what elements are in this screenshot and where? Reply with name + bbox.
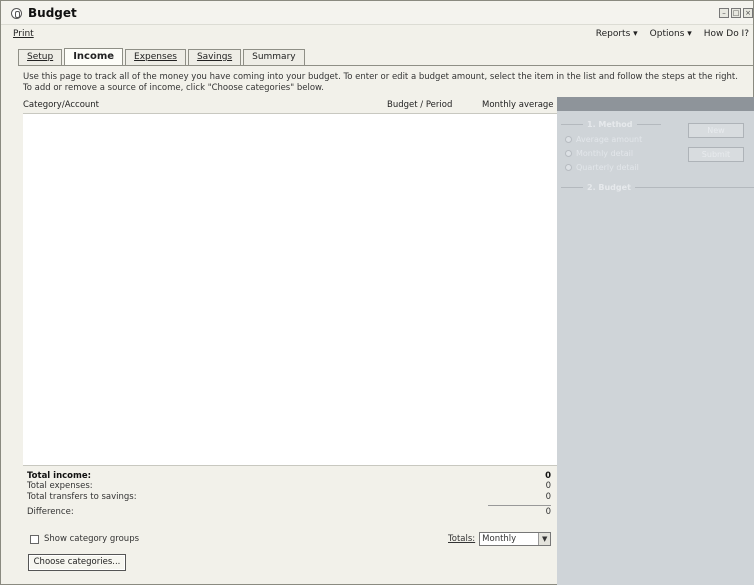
radio-label: Quarterly detail bbox=[576, 163, 639, 172]
step-rule bbox=[561, 124, 583, 125]
tab-income[interactable]: Income bbox=[64, 48, 124, 66]
list-column-header: Category/Account Budget / Period Monthly… bbox=[23, 98, 557, 113]
total-transfers-label: Total transfers to savings: bbox=[27, 492, 137, 502]
show-category-groups-checkbox[interactable]: Show category groups bbox=[30, 534, 139, 544]
total-transfers-value: 0 bbox=[545, 492, 551, 502]
totals-section: Total income: 0 Total expenses: 0 Total … bbox=[23, 465, 557, 585]
menu-right-group: Reports ▾ Options ▾ How Do I? bbox=[596, 29, 749, 39]
page-instructions: Use this page to track all of the money … bbox=[23, 72, 738, 93]
submit-button[interactable]: Submit bbox=[688, 147, 744, 162]
panel-header bbox=[557, 97, 754, 111]
column-monthly-average[interactable]: Monthly average bbox=[482, 100, 554, 110]
tab-summary[interactable]: Summary bbox=[243, 49, 305, 66]
total-expenses-value: 0 bbox=[545, 481, 551, 491]
radio-quarterly-detail[interactable]: Quarterly detail bbox=[565, 163, 639, 172]
step-rule bbox=[636, 124, 661, 125]
checkbox-icon bbox=[30, 534, 39, 544]
tab-label: Setup bbox=[27, 52, 54, 62]
totals-label: Totals: bbox=[448, 534, 476, 544]
close-icon[interactable]: × bbox=[743, 8, 753, 18]
tab-strip: Setup Income Expenses Savings Summary bbox=[18, 48, 307, 66]
new-button[interactable]: New bbox=[688, 123, 744, 138]
show-category-groups-label: Show category groups bbox=[44, 534, 140, 544]
total-income-label: Total income: bbox=[27, 471, 92, 481]
menu-bar: Print Reports ▾ Options ▾ How Do I? bbox=[1, 25, 753, 45]
totals-period-value: Monthly bbox=[482, 534, 517, 544]
choose-categories-button[interactable]: Choose categories... bbox=[28, 554, 126, 571]
step-rule bbox=[561, 187, 583, 188]
window-controls: – □ × bbox=[719, 8, 753, 18]
menu-print[interactable]: Print bbox=[13, 29, 34, 39]
radio-monthly-detail[interactable]: Monthly detail bbox=[565, 149, 633, 158]
chevron-down-icon[interactable]: ▼ bbox=[538, 533, 551, 545]
radio-icon bbox=[565, 164, 572, 171]
radio-label: Average amount bbox=[576, 135, 643, 144]
tab-label: Summary bbox=[252, 52, 296, 62]
minimize-icon[interactable]: – bbox=[719, 8, 729, 18]
radio-icon bbox=[565, 150, 572, 157]
category-list[interactable] bbox=[23, 113, 557, 465]
tab-divider bbox=[18, 65, 753, 66]
total-income-value: 0 bbox=[545, 471, 551, 481]
app-icon bbox=[11, 8, 22, 19]
step-rule bbox=[634, 187, 754, 188]
step-budget-label: 2. Budget bbox=[587, 183, 631, 192]
maximize-icon[interactable]: □ bbox=[731, 8, 741, 18]
difference-value: 0 bbox=[545, 507, 551, 517]
tab-expenses[interactable]: Expenses bbox=[125, 49, 186, 66]
menu-options[interactable]: Options ▾ bbox=[650, 29, 692, 39]
step-method-label: 1. Method bbox=[587, 120, 633, 129]
column-category[interactable]: Category/Account bbox=[23, 100, 99, 110]
tab-label: Expenses bbox=[134, 52, 177, 62]
total-expenses-label: Total expenses: bbox=[27, 481, 93, 491]
title-bar: Budget – □ × bbox=[1, 1, 753, 25]
totals-period-control: Totals: Monthly ▼ bbox=[448, 532, 552, 546]
tab-label: Savings bbox=[196, 52, 233, 62]
totals-divider bbox=[488, 505, 551, 506]
difference-label: Difference: bbox=[27, 507, 74, 517]
tab-savings[interactable]: Savings bbox=[187, 49, 242, 66]
budget-window: Budget – □ × Print Reports ▾ Options ▾ H… bbox=[0, 0, 754, 585]
totals-period-select[interactable]: Monthly ▼ bbox=[479, 532, 552, 546]
tab-label: Income bbox=[73, 51, 115, 62]
menu-help[interactable]: How Do I? bbox=[704, 29, 749, 39]
radio-average-amount[interactable]: Average amount bbox=[565, 135, 642, 144]
window-title: Budget bbox=[28, 6, 77, 20]
step-method-heading: 1. Method bbox=[561, 120, 661, 129]
column-budget-period[interactable]: Budget / Period bbox=[387, 100, 452, 110]
budget-method-panel: 1. Method Average amount Monthly detail … bbox=[557, 97, 754, 585]
menu-reports[interactable]: Reports ▾ bbox=[596, 29, 638, 39]
radio-icon bbox=[565, 136, 572, 143]
radio-label: Monthly detail bbox=[576, 149, 634, 158]
step-budget-heading: 2. Budget bbox=[561, 183, 754, 192]
tab-setup[interactable]: Setup bbox=[18, 49, 63, 66]
